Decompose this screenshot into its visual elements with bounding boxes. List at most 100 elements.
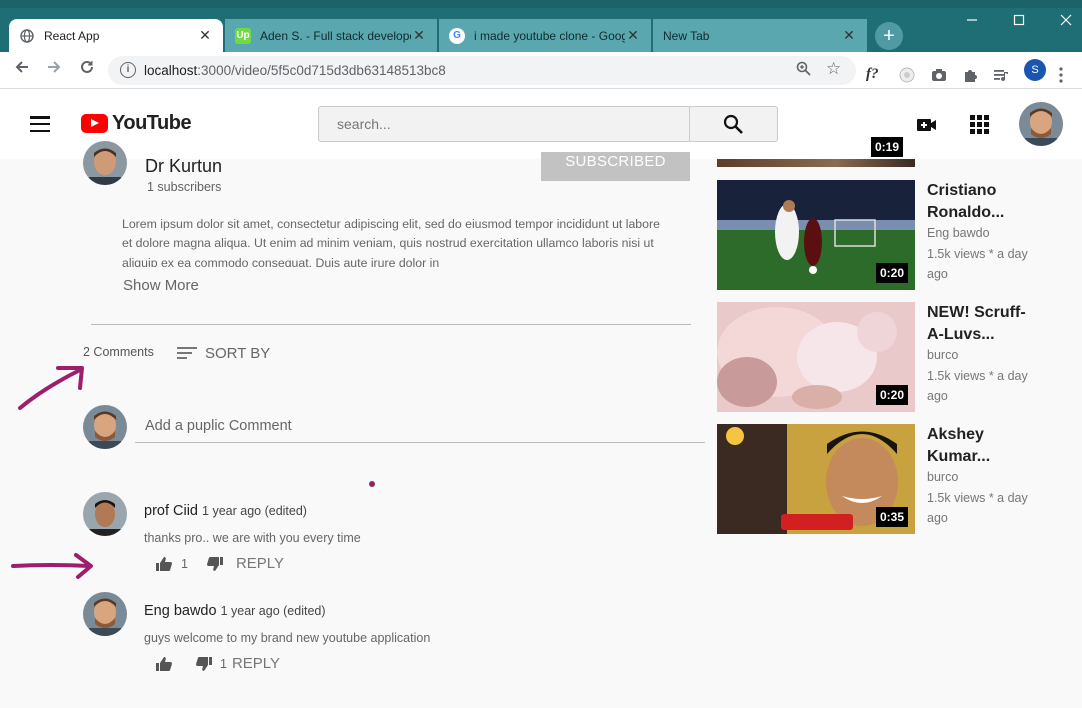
comment-actions: 1 REPLY (155, 655, 280, 672)
annotation-arrow-right (11, 553, 93, 579)
reload-icon[interactable] (75, 58, 99, 82)
related-video[interactable]: 0:20 Cristiano Ronaldo... Eng bawdo 1.5k… (717, 180, 1067, 290)
like-icon[interactable] (155, 556, 173, 572)
comments-count: 2 Comments (83, 345, 154, 359)
minimize-icon[interactable] (950, 8, 994, 34)
video-description: Lorem ipsum dolor sit amet, consectetur … (122, 217, 660, 267)
video-stats: 1.5k views * a day ago (927, 247, 1028, 281)
address-bar[interactable]: i localhost:3000/video/5f5c0d715d3db6314… (108, 56, 856, 85)
sort-icon (177, 344, 197, 362)
search-box (318, 106, 690, 142)
video-thumbnail[interactable]: 0:35 (717, 424, 915, 534)
url-text: localhost:3000/video/5f5c0d715d3db631485… (144, 63, 446, 78)
comment-avatar[interactable] (83, 592, 127, 636)
back-icon[interactable] (10, 58, 34, 82)
related-video[interactable]: 0:35 Akshey Kumar... burco 1.5k views * … (717, 424, 1067, 534)
close-tab-icon[interactable]: ✕ (411, 27, 427, 44)
video-duration: 0:20 (875, 263, 908, 283)
search-icon (723, 114, 743, 134)
annotation-arrow-diagonal (18, 366, 84, 410)
comment-avatar[interactable] (83, 492, 127, 536)
tab-title: i made youtube clone - Google (474, 28, 625, 43)
close-tab-icon[interactable]: ✕ (841, 27, 857, 44)
tab-google-search[interactable]: G i made youtube clone - Google ✕ (439, 19, 651, 52)
show-more-button[interactable]: Show More (123, 277, 199, 294)
browser-profile-avatar[interactable]: S (1024, 59, 1046, 81)
search-button[interactable] (689, 106, 778, 142)
url-host: localhost (144, 63, 198, 78)
browser-toolbar: i localhost:3000/video/5f5c0d715d3db6314… (0, 52, 1082, 89)
video-thumbnail[interactable]: 0:20 (717, 302, 915, 412)
tab-aden[interactable]: Up Aden S. - Full stack developer ✕ (225, 19, 437, 52)
video-title[interactable]: Akshey Kumar... (927, 424, 1037, 468)
video-title[interactable]: Cristiano Ronaldo... (927, 180, 1037, 224)
add-comment-field (135, 409, 705, 443)
close-tab-icon[interactable]: ✕ (625, 27, 641, 44)
zoom-icon[interactable] (796, 61, 811, 80)
close-tab-icon[interactable]: ✕ (197, 27, 213, 44)
comment-meta: 1 year ago (edited) (202, 504, 307, 518)
video-title[interactable]: NEW! Scruff-A-Luvs... (927, 302, 1037, 346)
channel-avatar[interactable] (83, 141, 127, 185)
fq-extension-icon[interactable]: f? (866, 66, 879, 86)
close-window-icon[interactable] (1044, 8, 1082, 34)
subscriber-count: 1 subscribers (147, 180, 222, 194)
title-bar (0, 0, 1082, 8)
reply-button[interactable]: REPLY (232, 655, 280, 672)
divider (91, 324, 691, 325)
tab-react-app[interactable]: React App ✕ (9, 19, 223, 52)
related-video[interactable]: 0:20 NEW! Scruff-A-Luvs... burco 1.5k vi… (717, 302, 1067, 412)
comment-actions: 1 REPLY (155, 555, 284, 572)
youtube-logo[interactable]: YouTube (81, 112, 192, 135)
google-icon: G (449, 27, 465, 44)
youtube-play-icon (81, 114, 108, 133)
upwork-icon: Up (235, 27, 251, 44)
video-author[interactable]: burco (927, 348, 958, 362)
browser-menu-icon[interactable] (1058, 66, 1064, 86)
media-queue-icon[interactable] (992, 66, 1010, 86)
apps-grid-icon[interactable] (968, 113, 992, 137)
url-path: :3000/video/5f5c0d715d3db63148513bc8 (197, 63, 446, 78)
bookmark-star-icon[interactable]: ☆ (826, 59, 841, 79)
sort-by-button[interactable]: SORT BY (177, 344, 270, 362)
tab-title: New Tab (663, 28, 710, 43)
comment-author-name[interactable]: Eng bawdo (144, 603, 217, 619)
subscribe-button[interactable]: SUBSCRIBED (541, 152, 690, 181)
user-avatar[interactable] (1019, 102, 1063, 146)
maximize-icon[interactable] (997, 8, 1041, 34)
like-icon[interactable] (155, 656, 173, 672)
comment-author-name[interactable]: prof Ciid (144, 503, 198, 519)
search-input[interactable] (319, 107, 689, 141)
globe-icon (19, 28, 35, 44)
reply-button[interactable]: REPLY (236, 555, 284, 572)
comment-text: guys welcome to my brand new youtube app… (144, 631, 431, 645)
previous-video-thumbnail[interactable] (717, 159, 915, 167)
comment-text: thanks pro.. we are with you every time (144, 531, 361, 545)
tab-new-tab[interactable]: New Tab ✕ (653, 19, 867, 52)
site-info-icon[interactable]: i (120, 62, 136, 78)
forward-icon[interactable] (42, 58, 66, 82)
dislike-count: 1 (220, 656, 227, 671)
new-tab-button[interactable]: + (875, 22, 903, 50)
annotation-dot (369, 481, 375, 487)
video-thumbnail[interactable]: 0:20 (717, 180, 915, 290)
dislike-icon[interactable] (206, 556, 224, 572)
youtube-header: YouTube (0, 89, 1082, 159)
extensions-puzzle-icon[interactable] (962, 66, 980, 86)
camera-icon[interactable] (930, 66, 948, 86)
upload-video-icon[interactable] (915, 113, 939, 137)
dislike-icon[interactable] (195, 656, 213, 672)
extension-circle-icon[interactable] (898, 66, 916, 86)
video-author[interactable]: burco (927, 470, 958, 484)
sort-by-label: SORT BY (205, 344, 271, 362)
video-duration: 0:20 (875, 385, 908, 405)
video-author[interactable]: Eng bawdo (927, 226, 990, 240)
like-count: 1 (181, 556, 188, 571)
hamburger-menu-icon[interactable] (30, 116, 50, 133)
comment-author: Eng bawdo 1 year ago (edited) (144, 603, 326, 619)
channel-name[interactable]: Dr Kurtun (145, 156, 222, 177)
comment-author: prof Ciid 1 year ago (edited) (144, 503, 307, 519)
tab-title: Aden S. - Full stack developer (260, 28, 411, 43)
video-duration: 0:19 (871, 137, 904, 157)
comment-input[interactable] (135, 409, 705, 442)
